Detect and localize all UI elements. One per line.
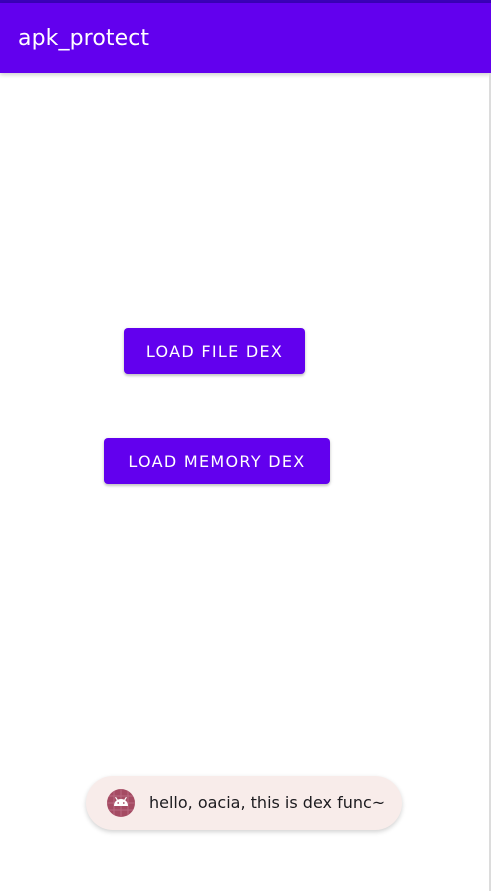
app-bar: apk_protect	[0, 3, 491, 73]
load-file-dex-button[interactable]: LOAD FILE DEX	[124, 328, 305, 374]
toast-message: hello, oacia, this is dex func~	[86, 776, 402, 830]
android-robot-icon	[107, 789, 135, 817]
app-title: apk_protect	[18, 26, 150, 51]
load-memory-dex-button[interactable]: LOAD MEMORY DEX	[104, 438, 330, 484]
toast-text: hello, oacia, this is dex func~	[149, 793, 386, 812]
